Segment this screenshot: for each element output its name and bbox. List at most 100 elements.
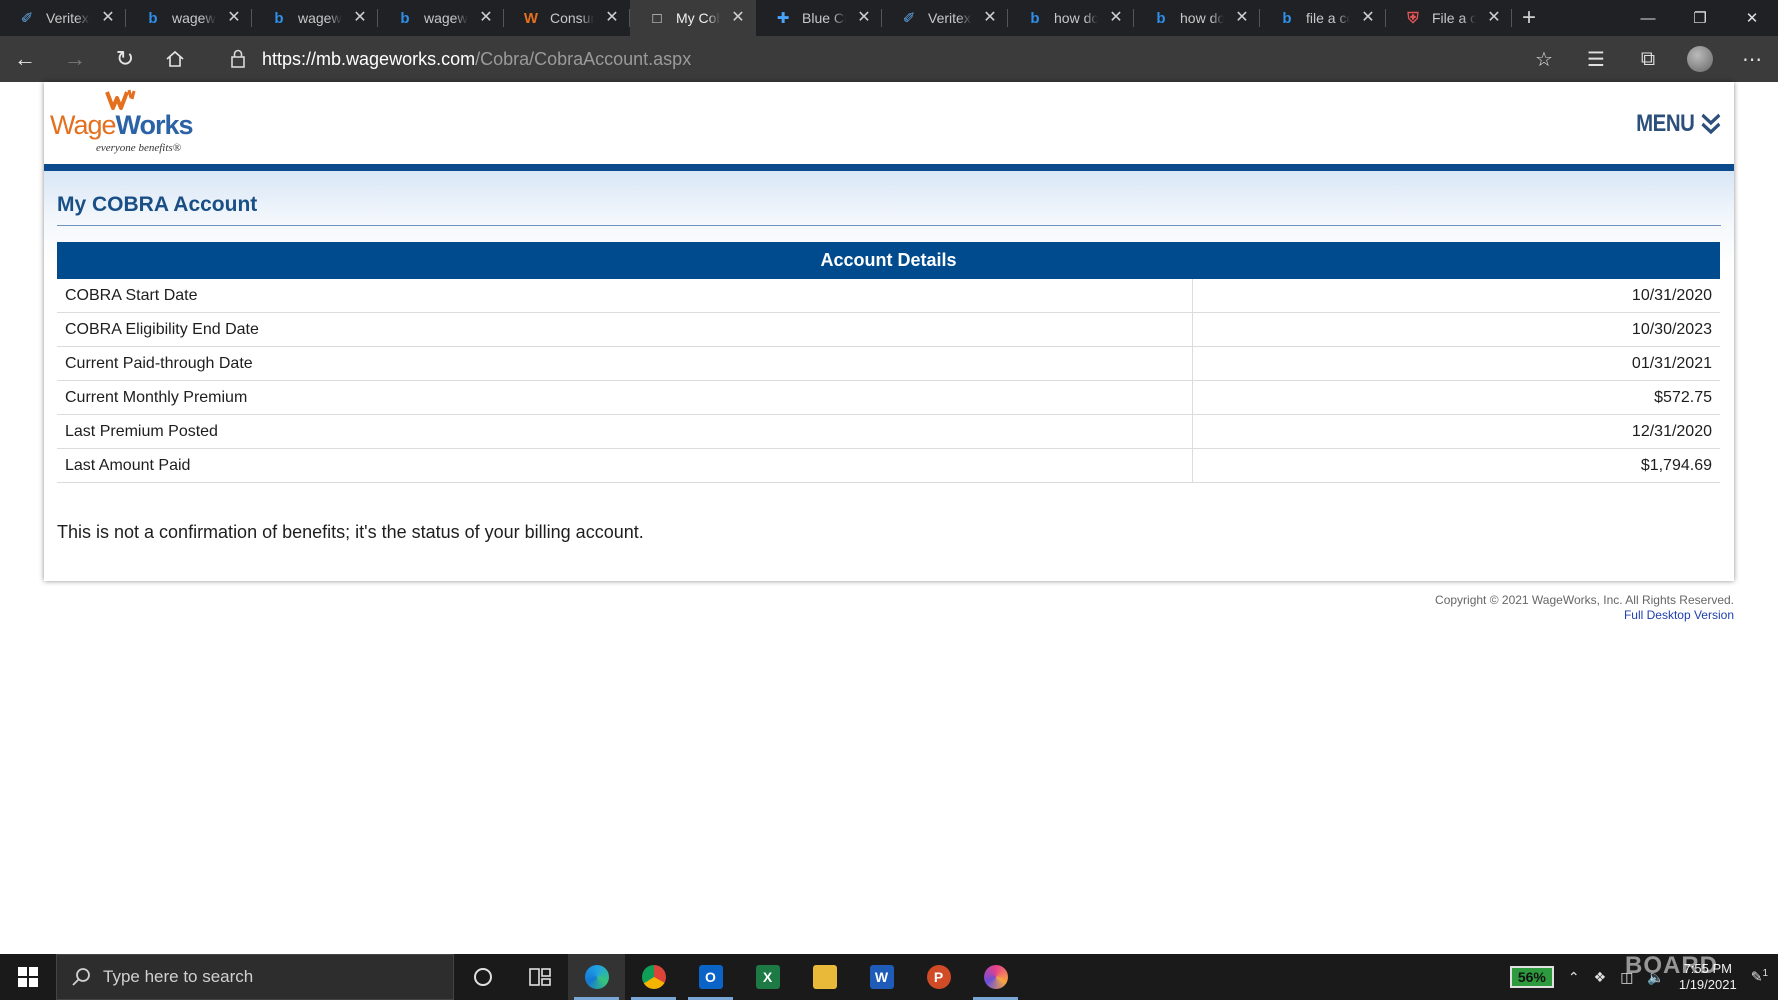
detail-label: Current Paid-through Date xyxy=(57,347,1193,380)
tab-label: Veritext xyxy=(928,10,972,26)
start-button[interactable] xyxy=(0,954,56,1000)
detail-label: Last Amount Paid xyxy=(57,449,1193,482)
browser-tab[interactable]: □ My Cobra ✕ xyxy=(630,0,756,36)
search-icon xyxy=(72,968,90,986)
browser-tab[interactable]: b wageworks ✕ xyxy=(126,0,252,36)
taskbar-word[interactable]: W xyxy=(853,954,910,1000)
refresh-button[interactable]: ↻ xyxy=(100,36,150,82)
footer: Copyright © 2021 WageWorks, Inc. All Rig… xyxy=(1435,593,1734,623)
content-card: WageWorks everyone benefits® MENU My COB… xyxy=(44,82,1734,581)
bing-icon: b xyxy=(274,9,284,27)
browser-tab[interactable]: ✐ Veritext ✕ xyxy=(882,0,1008,36)
bing-icon: b xyxy=(400,9,410,27)
browser-tab[interactable]: b wageworks ✕ xyxy=(252,0,378,36)
tab-label: Blue Cross xyxy=(802,10,846,26)
tab-close-icon[interactable]: ✕ xyxy=(604,10,620,26)
dropbox-icon[interactable]: ❖ xyxy=(1594,969,1607,986)
detail-label: COBRA Eligibility End Date xyxy=(57,313,1193,346)
double-chevron-down-icon xyxy=(1701,113,1721,135)
tab-close-icon[interactable]: ✕ xyxy=(730,10,746,26)
copyright-text: Copyright © 2021 WageWorks, Inc. All Rig… xyxy=(1435,593,1734,607)
tab-close-icon[interactable]: ✕ xyxy=(1486,10,1502,26)
collections-icon[interactable]: ⧉ xyxy=(1622,36,1674,82)
taskbar-chrome[interactable] xyxy=(625,954,682,1000)
browser-tab[interactable]: b wageworks ✕ xyxy=(378,0,504,36)
taskbar-powerpoint[interactable]: P xyxy=(910,954,967,1000)
browser-tab[interactable]: ⛨ File a co ✕ xyxy=(1386,0,1512,36)
search-placeholder: Type here to search xyxy=(103,967,254,986)
tab-close-icon[interactable]: ✕ xyxy=(478,10,494,26)
tab-close-icon[interactable]: ✕ xyxy=(100,10,116,26)
site-header: WageWorks everyone benefits® MENU xyxy=(44,82,1734,164)
restore-icon[interactable]: ❐ xyxy=(1674,0,1726,36)
browser-tab[interactable]: W Consumer ✕ xyxy=(504,0,630,36)
notification-count: 1 xyxy=(1762,968,1768,980)
taskbar-outlook[interactable]: O xyxy=(682,954,739,1000)
favorites-list-icon[interactable]: ☰ xyxy=(1570,36,1622,82)
taskbar-excel[interactable]: X xyxy=(739,954,796,1000)
full-desktop-version-link[interactable]: Full Desktop Version xyxy=(1435,608,1734,623)
tab-label: File a co xyxy=(1432,10,1476,26)
task-view-button[interactable] xyxy=(511,954,568,1000)
cortana-button[interactable] xyxy=(454,954,511,1000)
taskbar-search[interactable]: Type here to search xyxy=(56,954,454,1000)
browser-tab[interactable]: b file a co ✕ xyxy=(1260,0,1386,36)
tab-close-icon[interactable]: ✕ xyxy=(352,10,368,26)
browser-tab[interactable]: b how do ✕ xyxy=(1008,0,1134,36)
billing-disclaimer: This is not a confirmation of benefits; … xyxy=(57,522,644,542)
favorite-star-icon[interactable]: ☆ xyxy=(1518,36,1570,82)
detail-label: COBRA Start Date xyxy=(57,279,1193,312)
new-tab-button[interactable]: + xyxy=(1512,0,1546,36)
page-icon: □ xyxy=(652,9,662,27)
watermark: BOARD xyxy=(1625,952,1718,979)
taskbar-edge[interactable] xyxy=(568,954,625,1000)
browser-tab[interactable]: b how do ✕ xyxy=(1134,0,1260,36)
browser-tab[interactable]: ✚ Blue Cross ✕ xyxy=(756,0,882,36)
detail-value: 10/31/2020 xyxy=(1631,286,1712,304)
tab-close-icon[interactable]: ✕ xyxy=(1234,10,1250,26)
tab-close-icon[interactable]: ✕ xyxy=(856,10,872,26)
show-hidden-icons-icon[interactable]: ⌃ xyxy=(1568,969,1580,986)
profile-button[interactable] xyxy=(1674,36,1726,82)
tab-label: Consumer xyxy=(550,10,594,26)
edge-icon xyxy=(584,965,609,989)
account-details-header: Account Details xyxy=(57,242,1720,279)
browser-toolbar: ← → ↻ https://mb.wageworks.com/Cobra/Cob… xyxy=(0,36,1778,82)
address-bar[interactable]: https://mb.wageworks.com/Cobra/CobraAcco… xyxy=(200,36,1518,82)
notifications-icon[interactable]: ✎1 xyxy=(1751,968,1768,986)
table-row: COBRA Eligibility End Date 10/30/2023 xyxy=(57,313,1720,347)
tab-label: wageworks xyxy=(172,10,216,26)
detail-label: Last Premium Posted xyxy=(57,415,1193,448)
browser-tab[interactable]: ✐ Veritext ✕ xyxy=(0,0,126,36)
detail-value: 01/31/2021 xyxy=(1631,354,1712,372)
tab-close-icon[interactable]: ✕ xyxy=(1360,10,1376,26)
lock-icon xyxy=(231,49,245,68)
close-window-icon[interactable]: ✕ xyxy=(1726,0,1778,36)
window-controls: — ❐ ✕ xyxy=(1622,0,1778,36)
tab-close-icon[interactable]: ✕ xyxy=(982,10,998,26)
browser-tab-strip: ✐ Veritext ✕ b wageworks ✕ b wageworks ✕ b wagewor… xyxy=(0,0,1778,36)
battery-indicator[interactable]: 56% xyxy=(1509,966,1554,988)
wageworks-icon: W xyxy=(523,9,539,27)
table-row: Last Premium Posted 12/31/2020 xyxy=(57,415,1720,449)
home-button[interactable] xyxy=(150,36,200,82)
outlook-icon: O xyxy=(698,965,723,989)
tab-label: wageworks xyxy=(424,10,468,26)
more-options-icon[interactable]: ⋯ xyxy=(1726,36,1778,82)
wageworks-logo[interactable]: WageWorks everyone benefits® xyxy=(50,88,194,158)
browser-actions: ☆ ☰ ⧉ ⋯ xyxy=(1518,36,1778,82)
veritext-icon: ✐ xyxy=(902,10,916,27)
table-row: COBRA Start Date 10/31/2020 xyxy=(57,279,1720,313)
detail-value: 12/31/2020 xyxy=(1631,422,1712,440)
menu-button[interactable]: MENU xyxy=(1636,110,1722,138)
logo-mark-icon xyxy=(105,89,136,110)
tab-close-icon[interactable]: ✕ xyxy=(226,10,242,26)
forward-button[interactable]: → xyxy=(50,36,100,82)
logo-wordmark: WageWorks xyxy=(50,110,194,140)
taskbar-file-explorer[interactable] xyxy=(796,954,853,1000)
chrome-icon xyxy=(641,965,666,989)
back-button[interactable]: ← xyxy=(0,36,50,82)
tab-close-icon[interactable]: ✕ xyxy=(1108,10,1124,26)
taskbar-app[interactable] xyxy=(967,954,1024,1000)
minimize-icon[interactable]: — xyxy=(1622,0,1674,36)
